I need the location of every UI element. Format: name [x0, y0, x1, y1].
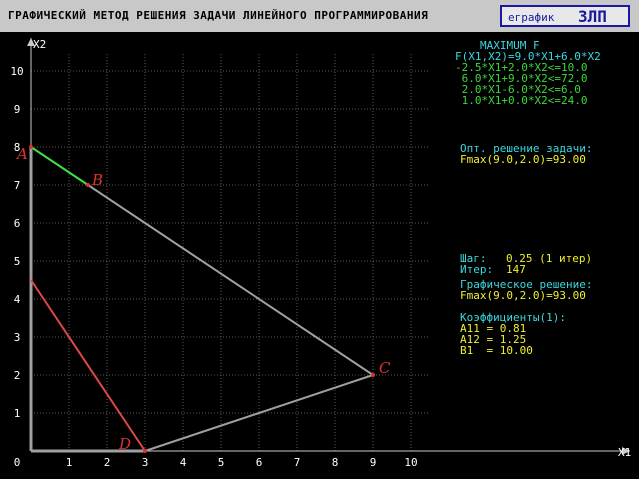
constraint-4: 1.0*X1+0.0*X2<=24.0 [455, 94, 588, 107]
y-axis-label: X2 [33, 38, 46, 51]
vertex-point [29, 145, 33, 149]
x-tick-label: 4 [180, 456, 187, 469]
x-tick-label: 0 [14, 456, 21, 469]
y-tick-label: 9 [14, 103, 21, 116]
objective-line [30, 279, 146, 452]
y-tick-label: 5 [14, 255, 21, 268]
y-tick-label: 1 [14, 407, 21, 420]
y-tick-label: 3 [14, 331, 21, 344]
x-tick-label: 9 [370, 456, 377, 469]
vertex-point [143, 449, 147, 453]
y-tick-label: 7 [14, 179, 21, 192]
edge-b-c [87, 184, 374, 376]
y-tick-label: 2 [14, 369, 21, 382]
y-tick-label: 6 [14, 217, 21, 230]
coef-b1: B1 = 10.00 [460, 344, 533, 357]
x-axis-label: X1 [618, 446, 631, 459]
vertex-label: C [379, 359, 391, 377]
y-tick-label: 10 [10, 65, 23, 78]
vertex-label: A [15, 145, 28, 163]
vertex-point [371, 373, 375, 377]
y-tick-label: 4 [14, 293, 21, 306]
x-tick-label: 6 [256, 456, 263, 469]
x-tick-label: 2 [104, 456, 111, 469]
iter-label: Итер: [460, 263, 494, 276]
iter-value: 147 [506, 263, 526, 276]
edge-c-d [144, 374, 374, 452]
solution-value: Fmax(9.0,2.0)=93.00 [460, 153, 586, 166]
x-tick-label: 3 [142, 456, 149, 469]
grid-lines [31, 52, 430, 451]
x-tick-label: 7 [294, 456, 301, 469]
x-tick-label: 8 [332, 456, 339, 469]
graphic-value: Fmax(9.0,2.0)=93.00 [460, 289, 586, 302]
vertex-label: D [118, 435, 131, 453]
x-tick-label: 1 [66, 456, 73, 469]
vertex-point [86, 183, 90, 187]
x-tick-label: 10 [404, 456, 417, 469]
vertex-label: B [91, 171, 103, 189]
x-tick-label: 5 [218, 456, 225, 469]
edge-a-b [30, 146, 89, 186]
